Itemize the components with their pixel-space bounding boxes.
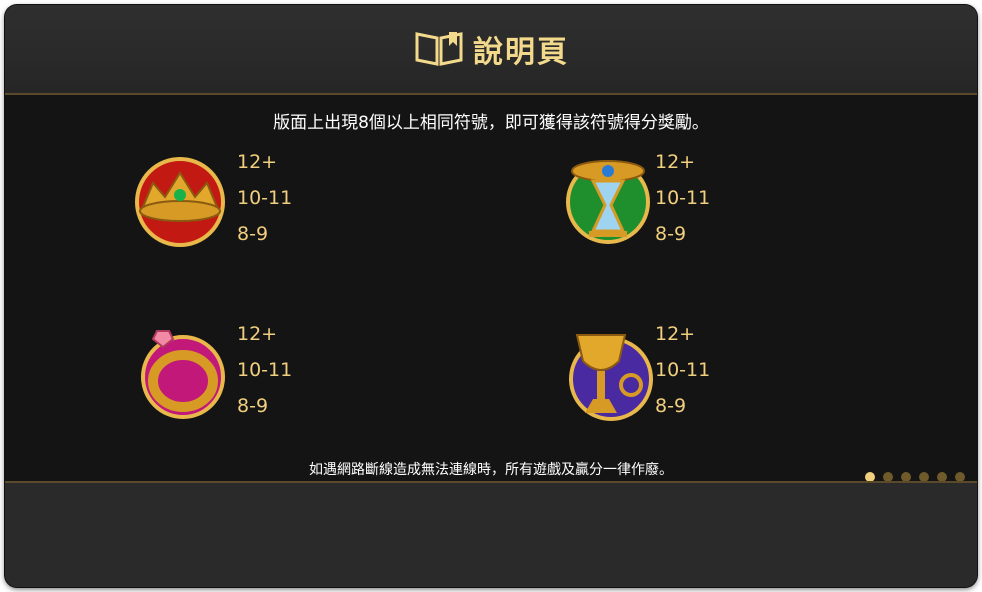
page-title: 說明頁 (5, 27, 977, 76)
pay-12plus: 12+ (655, 151, 696, 173)
pay-12plus: 12+ (237, 151, 278, 173)
book-icon (413, 28, 465, 76)
pay-12plus: 12+ (237, 323, 278, 345)
ring-paytable: 12+ 10-11 8-9 (237, 316, 292, 424)
hourglass-symbol-icon (561, 155, 655, 249)
pay-8-9: 8-9 (237, 223, 269, 245)
pay-8-9: 8-9 (655, 395, 687, 417)
pay-8-9: 8-9 (655, 223, 687, 245)
crown-symbol-icon (133, 155, 227, 249)
pay-12plus: 12+ (655, 323, 696, 345)
hourglass-paytable: 12+ 10-11 8-9 (655, 144, 710, 252)
footer-bar (5, 481, 977, 587)
title-text: 說明頁 (473, 35, 569, 70)
chalice-symbol-icon (561, 327, 655, 421)
pay-8-9: 8-9 (237, 395, 269, 417)
intro-text: 版面上出現8個以上相同符號，即可獲得該符號得分獎勵。 (273, 113, 709, 133)
ring-symbol-icon (133, 327, 227, 421)
disconnect-notice: 如遇網路斷線造成無法連線時，所有遊戲及贏分一律作廢。 (309, 462, 673, 478)
help-panel: 說明頁 版面上出現8個以上相同符號，即可獲得該符號得分獎勵。 12+ 10-11… (5, 5, 977, 587)
pay-10-11: 10-11 (655, 187, 711, 209)
header: 說明頁 (5, 5, 977, 95)
crown-paytable: 12+ 10-11 8-9 (237, 144, 292, 252)
pay-10-11: 10-11 (237, 359, 293, 381)
content-area: 版面上出現8個以上相同符號，即可獲得該符號得分獎勵。 12+ 10-11 8-9 (5, 95, 977, 482)
pay-10-11: 10-11 (237, 187, 293, 209)
chalice-paytable: 12+ 10-11 8-9 (655, 316, 710, 424)
pay-10-11: 10-11 (655, 359, 711, 381)
